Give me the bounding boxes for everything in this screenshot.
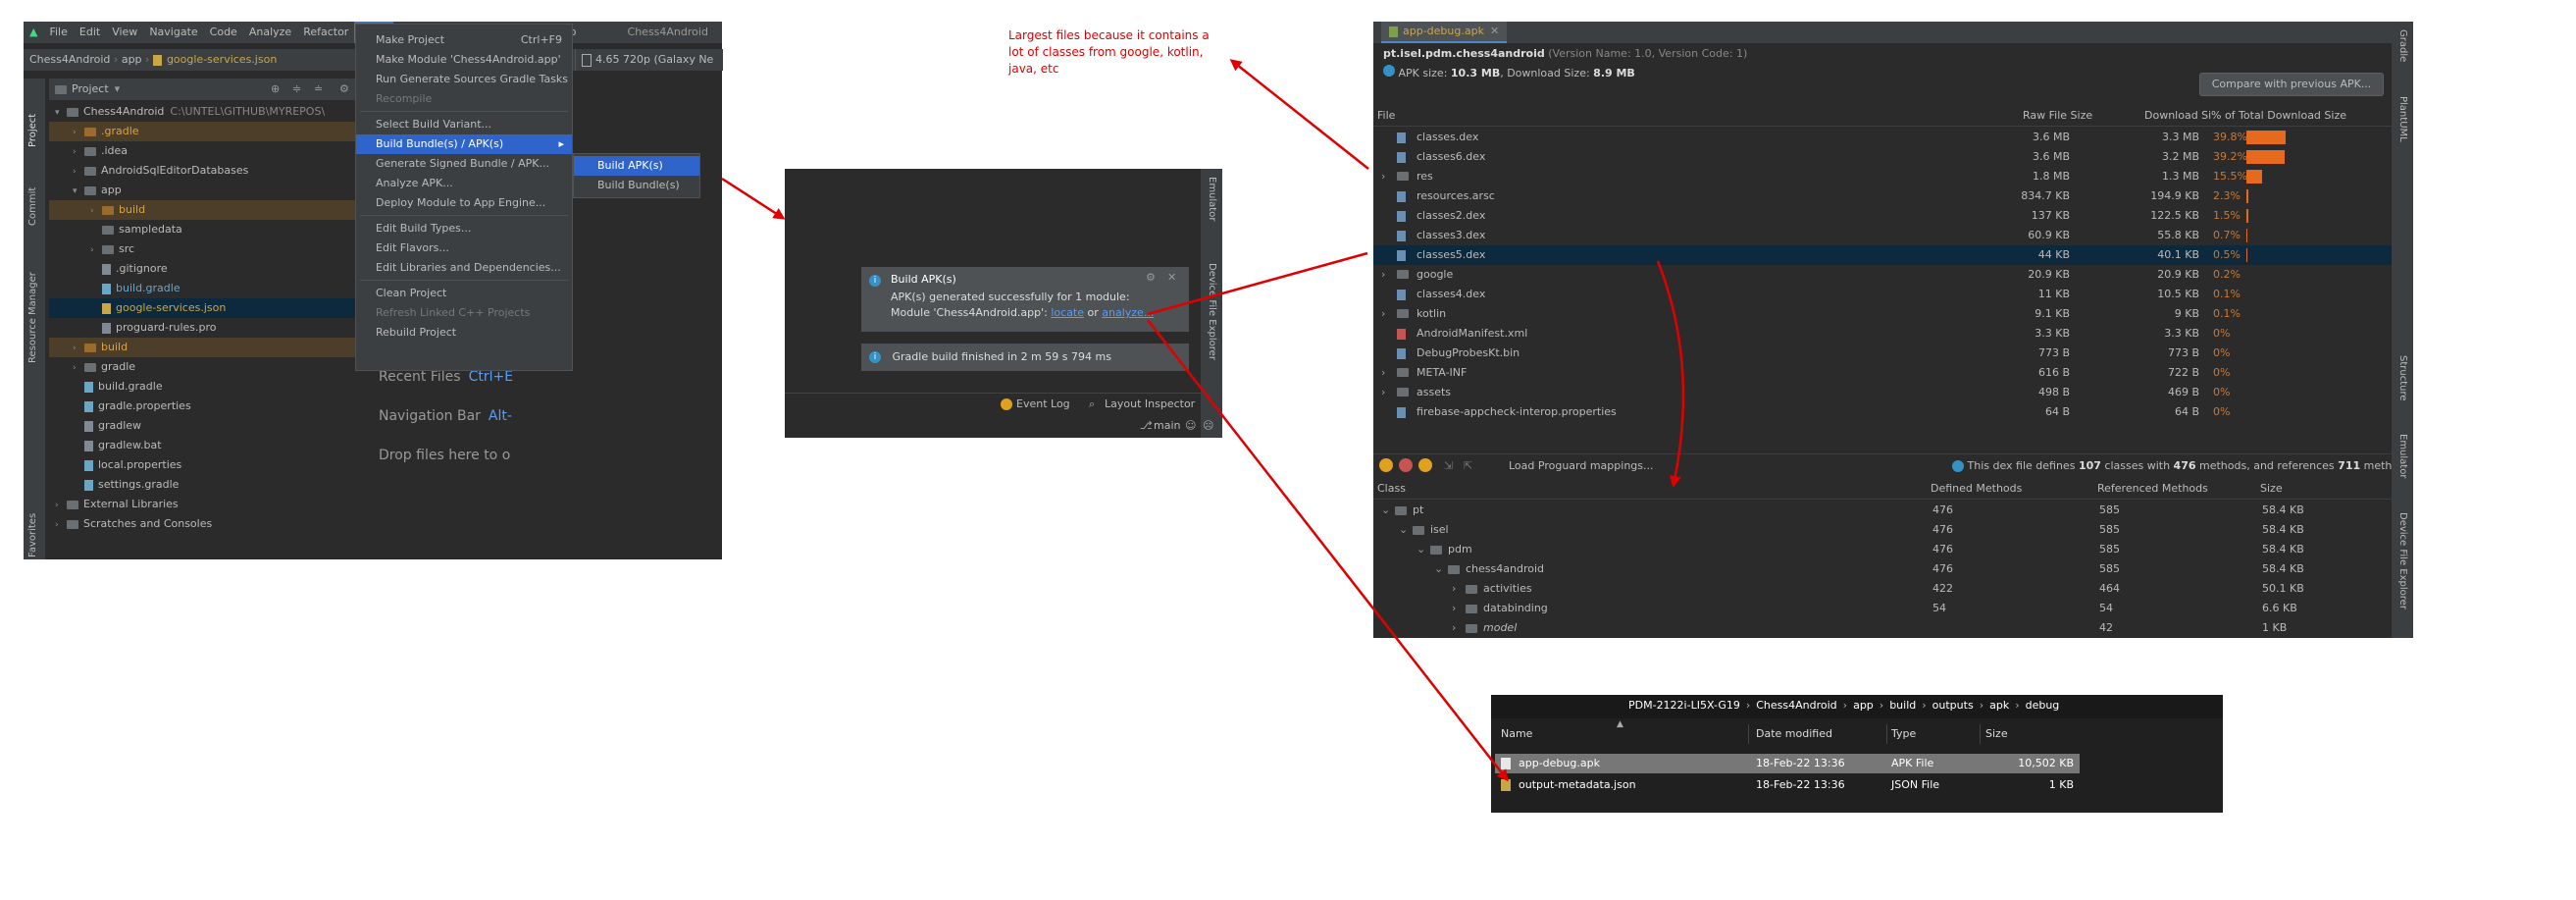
arrow-classes5-to-classes xyxy=(1656,260,1685,488)
arrow-locate-to-explorer xyxy=(1147,319,1509,782)
arrow-notification-to-apk xyxy=(1147,251,1368,316)
arrow-menu-to-notification xyxy=(721,177,786,220)
annotation-arrows xyxy=(721,59,1685,782)
arrow-apk-to-note xyxy=(1229,59,1369,170)
